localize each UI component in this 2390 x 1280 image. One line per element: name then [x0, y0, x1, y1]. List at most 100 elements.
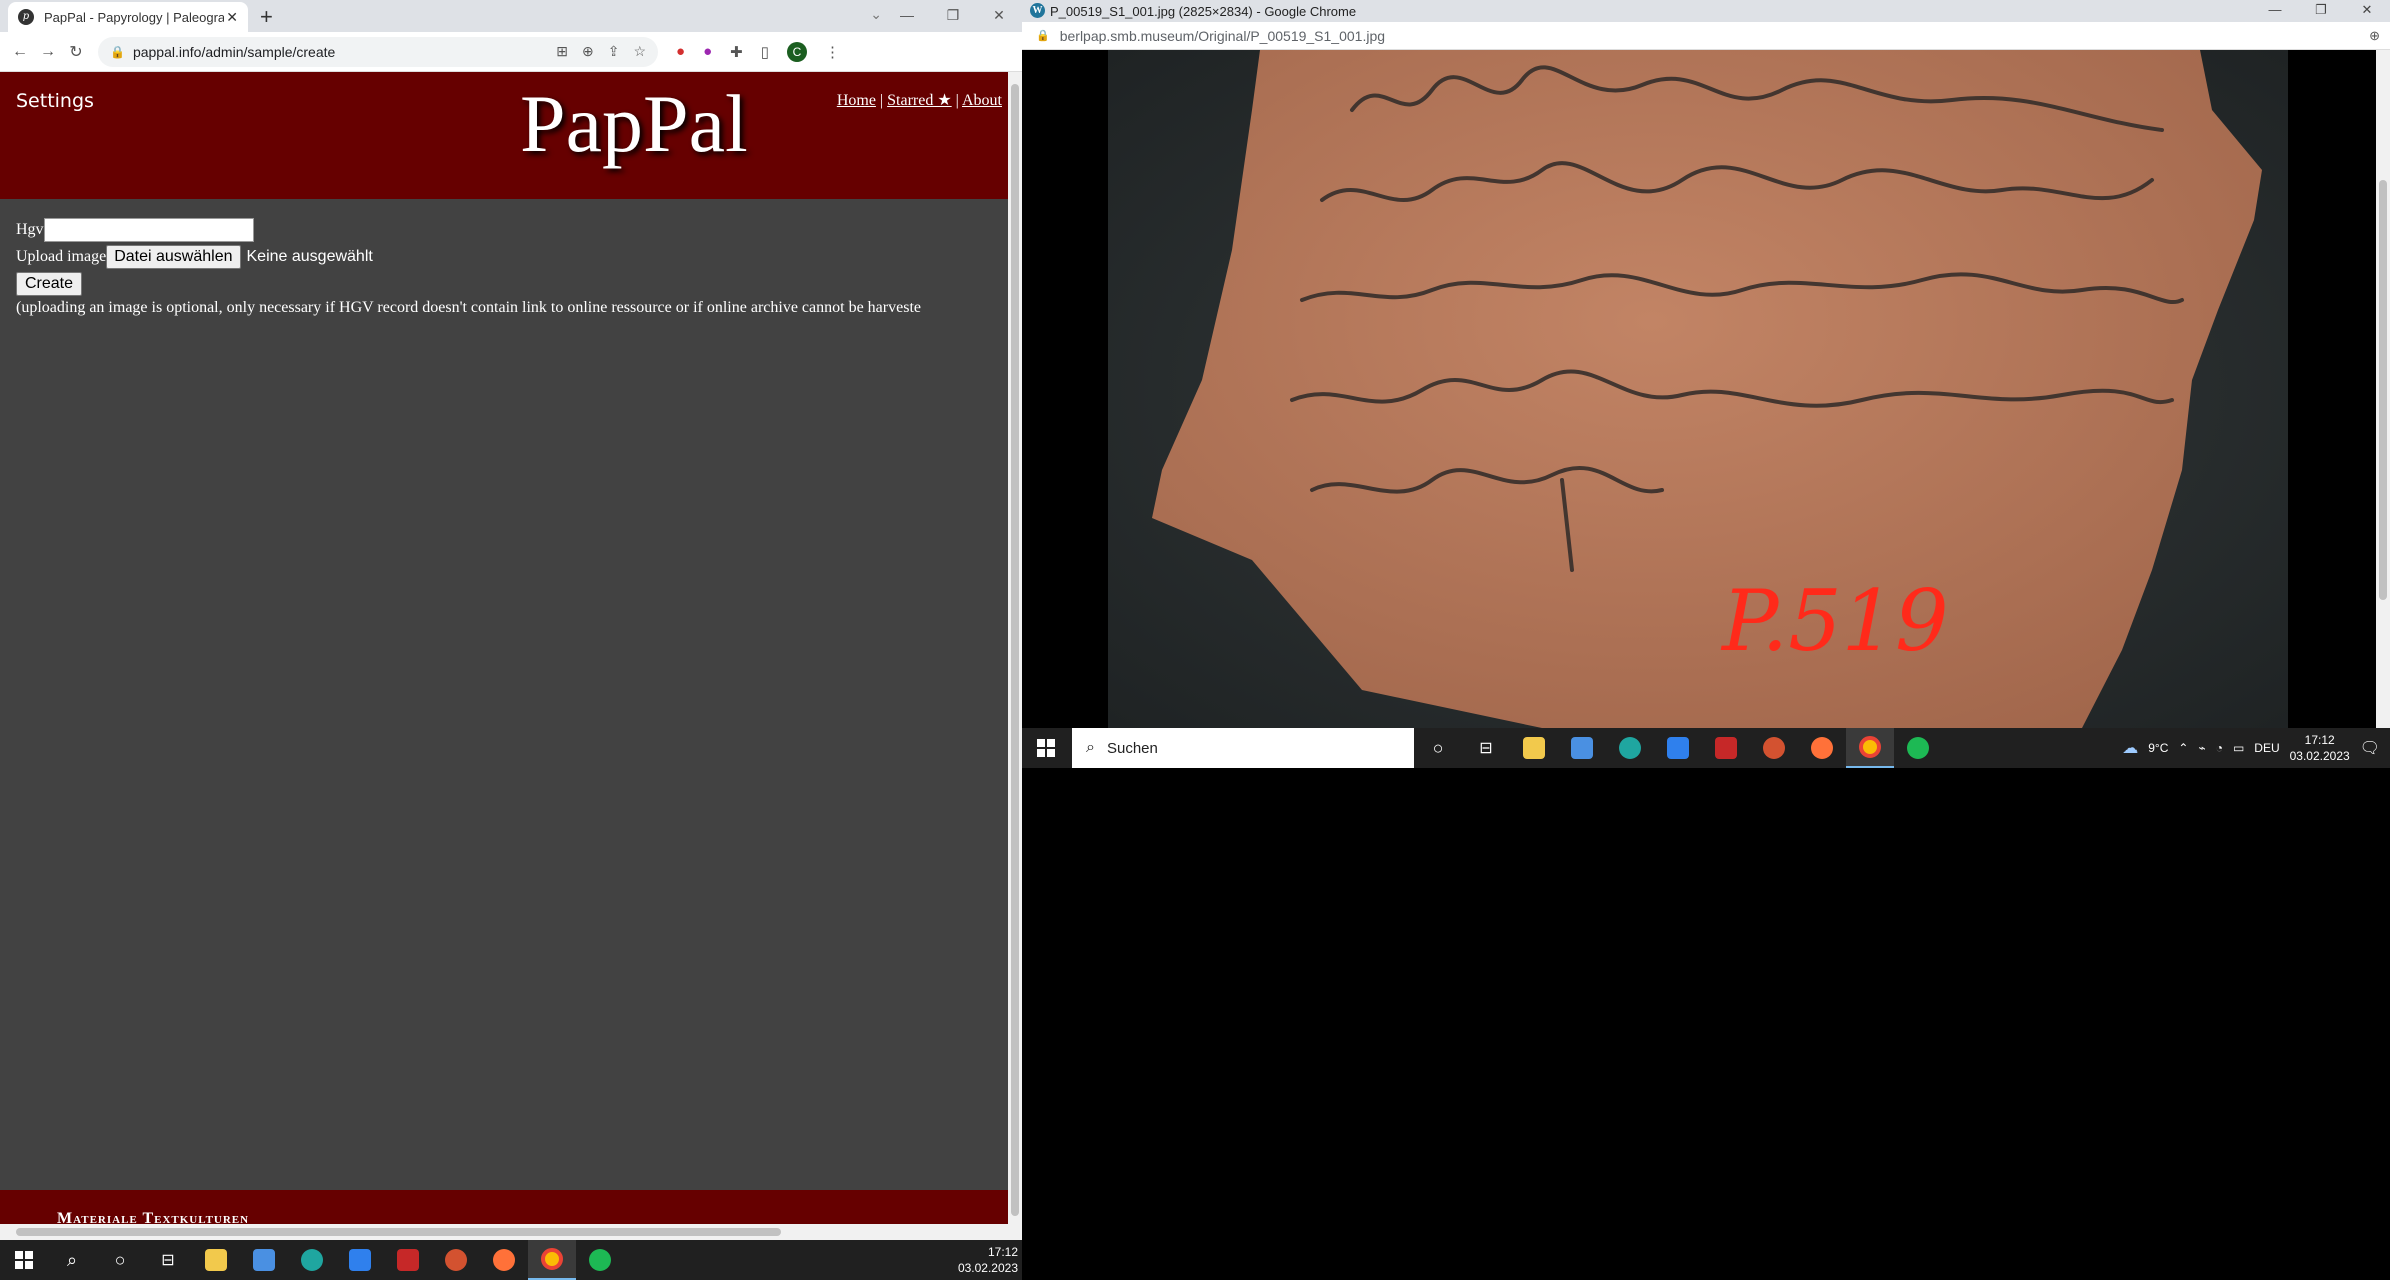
edge-icon[interactable]: [288, 1240, 336, 1280]
task-view-icon[interactable]: ⊟: [144, 1240, 192, 1280]
firefox-icon[interactable]: [1798, 728, 1846, 768]
battery-icon[interactable]: ▭: [2233, 741, 2244, 755]
zoom-icon[interactable]: ⊕: [582, 43, 594, 60]
new-tab-button[interactable]: +: [260, 4, 273, 30]
close-window-button[interactable]: ✕: [976, 0, 1022, 32]
nav-home[interactable]: Home: [837, 92, 876, 109]
notifications-icon[interactable]: 🗨: [2360, 738, 2380, 758]
spotify-icon[interactable]: [576, 1240, 624, 1280]
weather-icon[interactable]: ☁: [2122, 738, 2138, 758]
nav-about[interactable]: About: [962, 92, 1002, 109]
weather-temp[interactable]: 9°C: [2148, 741, 2168, 755]
network-icon[interactable]: ⌁: [2198, 741, 2205, 755]
lock-icon: 🔒: [1036, 30, 1050, 42]
address-bar[interactable]: 🔒 pappal.info/admin/sample/create ⊞ ⊕ ⇪ …: [98, 36, 658, 67]
top-nav: Home | Starred ★ | About: [837, 90, 1002, 110]
menu-icon[interactable]: ⋮: [825, 43, 840, 61]
pappal-icon: p: [18, 9, 34, 25]
firefox-icon[interactable]: [480, 1240, 528, 1280]
nav-starred[interactable]: Starred ★: [887, 92, 952, 109]
create-sample-form: Hgv Upload image Datei auswählen Keine a…: [16, 216, 921, 317]
extensions-puzzle-icon[interactable]: ✚: [730, 43, 743, 61]
powerpoint-icon[interactable]: [1750, 728, 1798, 768]
nav-separator: |: [955, 92, 959, 109]
vertical-scrollbar[interactable]: [1008, 72, 1022, 1240]
upload-note: (uploading an image is optional, only ne…: [16, 299, 921, 316]
empty-desktop-area: [1022, 768, 2390, 1280]
browser-toolbar: ← → ↻ 🔒 pappal.info/admin/sample/create …: [0, 32, 1022, 72]
left-browser-window: p PapPal - Papyrology | Paleograph ✕ + ⌄…: [0, 0, 1022, 1240]
file-explorer-icon[interactable]: [1510, 728, 1558, 768]
search-icon: ⌕: [1086, 739, 1095, 756]
wifi-icon[interactable]: ◔: [2216, 741, 2223, 755]
taskbar-right: ⌕ Suchen ○ ⊟ ☁ 9°C ⌃ ⌁ ◔ ▭ DEU 17:12 03.…: [1022, 728, 2390, 768]
powerpoint-icon[interactable]: [432, 1240, 480, 1280]
browser-tab[interactable]: p PapPal - Papyrology | Paleograph ✕: [8, 2, 248, 32]
close-window-button[interactable]: ✕: [2344, 0, 2390, 20]
extension-purple-icon[interactable]: ●: [703, 43, 712, 60]
minimize-button[interactable]: —: [2252, 0, 2298, 20]
create-button[interactable]: Create: [16, 271, 83, 296]
restore-button[interactable]: ❐: [2298, 0, 2344, 20]
taskbar-clock[interactable]: 17:12 03.02.2023: [958, 1244, 1018, 1276]
task-view-icon[interactable]: ⊟: [1462, 728, 1510, 768]
extension-red-icon[interactable]: ●: [676, 43, 685, 60]
right-vertical-scrollbar[interactable]: [2376, 50, 2390, 728]
site-footer: Materiale Textkulturen: [0, 1190, 1008, 1224]
file-explorer-icon[interactable]: [192, 1240, 240, 1280]
image-viewer[interactable]: P.519: [1022, 50, 2390, 728]
store-icon[interactable]: [1558, 728, 1606, 768]
forward-icon[interactable]: →: [34, 43, 62, 61]
chrome-icon[interactable]: [1846, 728, 1894, 768]
lock-icon: 🔒: [110, 44, 125, 59]
store-icon[interactable]: [240, 1240, 288, 1280]
right-window-title: P_00519_S1_001.jpg (2825×2834) - Google …: [1050, 3, 1357, 19]
choose-file-button[interactable]: Datei auswählen: [106, 244, 241, 269]
acrobat-icon[interactable]: [384, 1240, 432, 1280]
mail-icon[interactable]: [336, 1240, 384, 1280]
minimize-button[interactable]: —: [884, 0, 930, 32]
address-bar-url: pappal.info/admin/sample/create: [132, 43, 336, 60]
horizontal-scrollbar[interactable]: [0, 1224, 1008, 1240]
chevron-down-icon[interactable]: ⌄: [870, 6, 882, 23]
profile-avatar[interactable]: C: [786, 41, 807, 62]
right-address-url: berlpap.smb.museum/Original/P_00519_S1_0…: [1059, 27, 1386, 44]
side-panel-icon[interactable]: ▯: [761, 43, 769, 61]
search-icon[interactable]: ⌕: [48, 1240, 96, 1280]
spotify-icon[interactable]: [1894, 728, 1942, 768]
ostracon-label: P.519: [1720, 572, 1949, 670]
edge-icon[interactable]: [1606, 728, 1654, 768]
windows-start-icon[interactable]: [0, 1240, 48, 1280]
clock-date: 03.02.2023: [2289, 749, 2350, 763]
mail-icon[interactable]: [1654, 728, 1702, 768]
clock-date: 03.02.2023: [957, 1261, 1018, 1275]
share-icon[interactable]: ⇪: [608, 43, 620, 60]
taskbar-clock[interactable]: 17:12 03.02.2023: [2290, 732, 2350, 764]
settings-link[interactable]: Settings: [16, 90, 94, 112]
hgv-input[interactable]: [43, 217, 254, 242]
zoom-icon[interactable]: ⊕: [2369, 28, 2380, 44]
close-icon[interactable]: ✕: [226, 9, 238, 26]
clock-time: 17:12: [2304, 733, 2335, 747]
right-address-bar[interactable]: 🔒 berlpap.smb.museum/Original/P_00519_S1…: [1022, 22, 2390, 50]
wordpress-icon: W: [1030, 3, 1045, 18]
site-logo: PapPal: [520, 78, 748, 169]
translate-icon[interactable]: ⊞: [556, 43, 568, 60]
cortana-icon[interactable]: ○: [96, 1240, 144, 1280]
acrobat-icon[interactable]: [1702, 728, 1750, 768]
site-header: Settings PapPal Home | Starred ★ | About: [0, 72, 1008, 199]
back-icon[interactable]: ←: [6, 43, 34, 61]
right-title-bar: W P_00519_S1_001.jpg (2825×2834) - Googl…: [1022, 0, 2390, 22]
cortana-icon[interactable]: ○: [1414, 728, 1462, 768]
language-indicator[interactable]: DEU: [2254, 741, 2279, 755]
tray-chevron-icon[interactable]: ⌃: [2178, 741, 2188, 755]
nav-separator: |: [879, 92, 884, 109]
taskbar-search-box[interactable]: ⌕ Suchen: [1072, 728, 1414, 768]
page-content: Settings PapPal Home | Starred ★ | About…: [0, 72, 1008, 1224]
windows-start-icon[interactable]: [1022, 728, 1070, 768]
star-icon[interactable]: ☆: [633, 43, 646, 60]
restore-button[interactable]: ❐: [930, 0, 976, 32]
taskbar-left: ⌕ ○ ⊟ 17:12 03.02.2023: [0, 1240, 1022, 1280]
reload-icon[interactable]: ↻: [62, 42, 90, 62]
chrome-icon[interactable]: [528, 1240, 576, 1280]
